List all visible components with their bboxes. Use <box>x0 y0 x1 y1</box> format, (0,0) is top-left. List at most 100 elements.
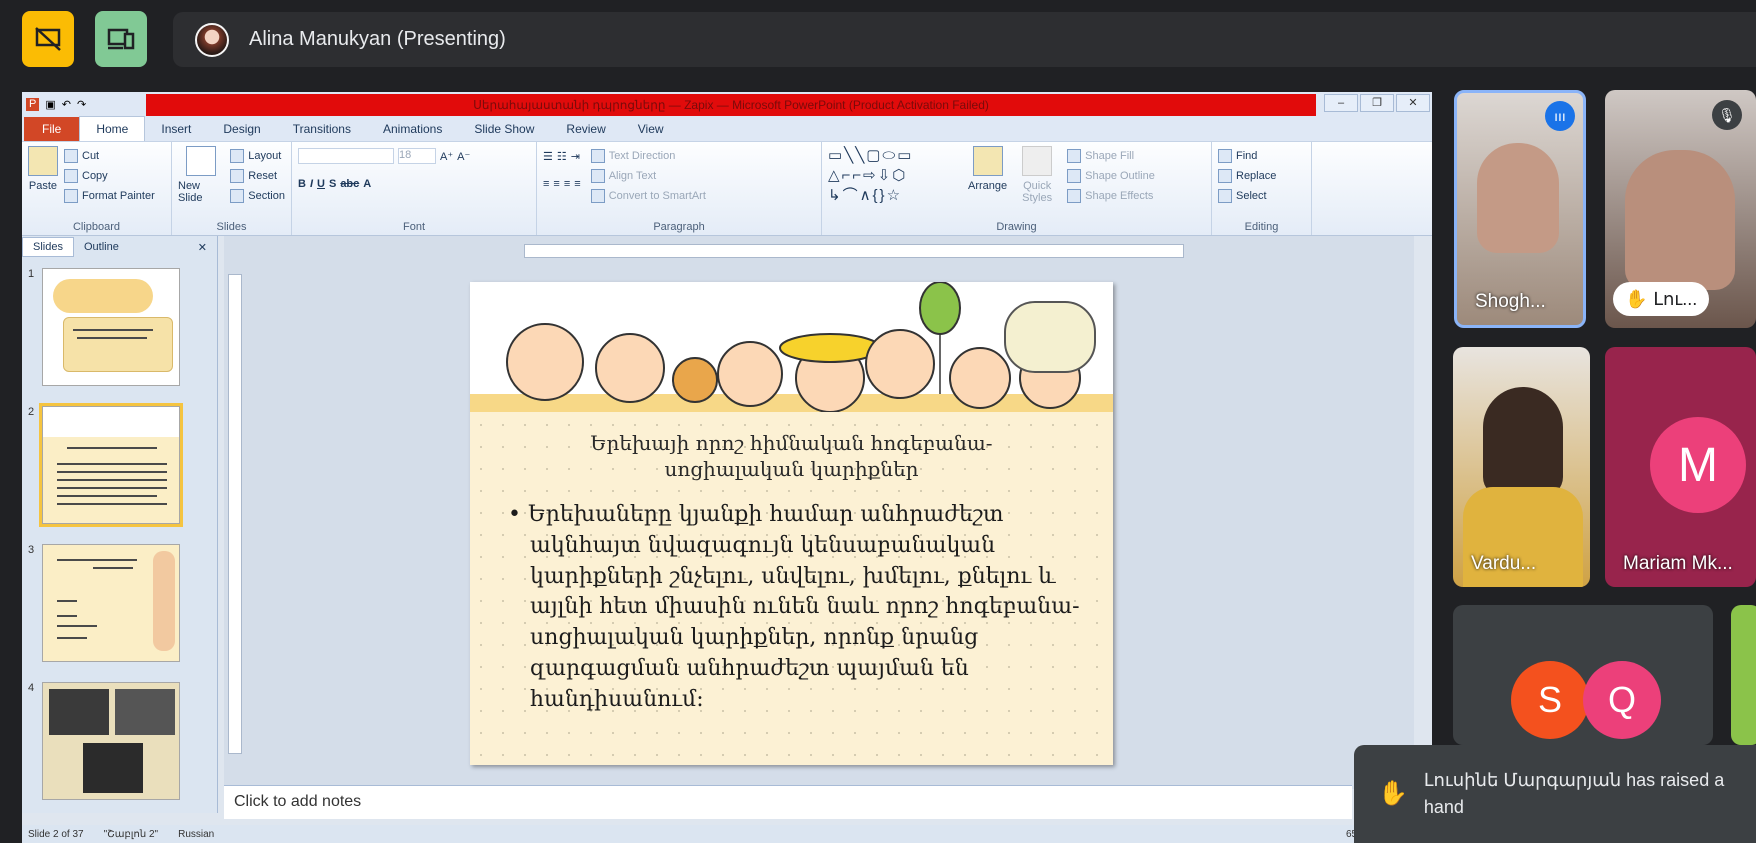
undo-icon[interactable]: ↶ <box>62 98 71 111</box>
tab-transitions[interactable]: Transitions <box>277 117 367 141</box>
shape-fill-button[interactable]: Shape Fill <box>1067 146 1155 166</box>
notes-field[interactable]: Click to add notes <box>224 785 1352 819</box>
find-button[interactable]: Find <box>1218 146 1305 166</box>
paragraph-group: ☰ ☷ ⇥ ≡ ≡ ≡ ≡ Text Direction Align Text Conve… <box>537 142 822 235</box>
tab-review[interactable]: Review <box>550 117 621 141</box>
save-icon[interactable]: ▣ <box>45 98 55 111</box>
thumbnail-number: 1 <box>28 268 35 280</box>
workspace: Slides Outline ✕ 1 2 3 4 Երեխայի որոշ հի… <box>22 236 1432 843</box>
strikethrough-button[interactable]: abc <box>340 178 359 190</box>
convert-smartart-button[interactable]: Convert to SmartArt <box>590 186 706 206</box>
language: Russian <box>178 828 215 840</box>
shapes-gallery[interactable]: ▭╲╲▢⬭▭ △⌐⌐⇨⇩⬡ ↳⌒∧{}☆ <box>828 146 958 231</box>
tab-slide-show[interactable]: Slide Show <box>458 117 550 141</box>
layout-button[interactable]: Layout <box>230 146 285 166</box>
new-slide-icon <box>186 146 217 176</box>
current-slide[interactable]: Երեխայի որոշ հիմնական հոգեբանա-սոցիալակա… <box>470 282 1113 765</box>
slide-counter: Slide 2 of 37 <box>28 828 84 840</box>
powerpoint-window: P ▣ ↶ ↷ Սերահայաստանի դպրոցները — Zapix … <box>22 92 1432 843</box>
tab-slides[interactable]: Slides <box>22 237 74 257</box>
stop-presenting-button[interactable] <box>22 11 74 67</box>
tab-view[interactable]: View <box>622 117 680 141</box>
align-text-button[interactable]: Align Text <box>590 166 706 186</box>
align-right-icon[interactable]: ≡ <box>564 178 570 190</box>
brush-icon <box>64 189 78 203</box>
tab-home[interactable]: Home <box>79 116 146 141</box>
tab-file[interactable]: File <box>24 117 80 141</box>
layout-icon <box>230 149 245 163</box>
new-slide-button[interactable]: New Slide <box>178 146 224 231</box>
slide-title: Երեխայի որոշ հիմնական հոգեբանա-սոցիալակա… <box>590 431 993 481</box>
grow-font-icon[interactable]: A⁺ <box>440 150 453 163</box>
text-direction-button[interactable]: Text Direction <box>590 146 706 166</box>
slide-thumbnail[interactable]: 4 <box>28 682 217 810</box>
font-size-box[interactable]: 18 <box>398 148 436 164</box>
select-button[interactable]: Select <box>1218 186 1305 206</box>
align-center-icon[interactable]: ≡ <box>553 178 559 190</box>
close-button[interactable]: ✕ <box>1396 94 1430 112</box>
format-painter-button[interactable]: Format Painter <box>64 186 155 206</box>
maximize-button[interactable]: ❐ <box>1360 94 1394 112</box>
participant-name: Vardu... <box>1471 553 1537 574</box>
tab-animations[interactable]: Animations <box>367 117 458 141</box>
reset-button[interactable]: Reset <box>230 166 285 186</box>
clipboard-group: Paste Cut Copy Format Painter Clipboard <box>22 142 172 235</box>
font-name-box[interactable] <box>298 148 394 164</box>
align-left-icon[interactable]: ≡ <box>543 178 549 190</box>
devices-icon <box>107 28 135 50</box>
cut-button[interactable]: Cut <box>64 146 155 166</box>
theme-name: "Շաբլոն 2" <box>103 828 159 840</box>
close-pane-icon[interactable]: ✕ <box>188 238 217 257</box>
participant-tile[interactable]: M Mariam Mk... <box>1605 347 1756 587</box>
thumbnail-number: 3 <box>28 544 35 556</box>
bullets-icon[interactable]: ☰ <box>543 150 553 163</box>
participant-tile[interactable]: Vardu... <box>1453 347 1590 587</box>
quick-styles-button[interactable]: Quick Styles <box>1017 146 1057 231</box>
section-button[interactable]: Section <box>230 186 285 206</box>
effects-icon <box>1067 189 1082 203</box>
tab-outline[interactable]: Outline <box>74 238 129 256</box>
indent-icon[interactable]: ⇥ <box>571 150 580 163</box>
quick-styles-icon <box>1022 146 1053 176</box>
ribbon: Paste Cut Copy Format Painter Clipboard … <box>22 142 1432 236</box>
fill-icon <box>1067 149 1082 163</box>
underline-button[interactable]: U <box>317 178 325 190</box>
bold-button[interactable]: B <box>298 178 306 190</box>
participant-tile[interactable]: 🎙 ✋ Լու... <box>1605 90 1756 328</box>
numbering-icon[interactable]: ☷ <box>557 150 567 163</box>
kids-illustration <box>470 282 1113 413</box>
avatar <box>195 22 229 57</box>
font-color-button[interactable]: A <box>363 178 371 190</box>
slide-thumbnail[interactable]: 2 <box>28 403 217 534</box>
shape-effects-button[interactable]: Shape Effects <box>1067 186 1155 206</box>
copy-icon <box>64 169 78 183</box>
tab-design[interactable]: Design <box>207 117 276 141</box>
slide-thumbnail[interactable]: 3 <box>28 544 217 672</box>
thumbnail-image <box>42 268 180 386</box>
shrink-font-icon[interactable]: A⁻ <box>457 150 470 163</box>
participant-tile[interactable]: ııı Shogh... <box>1454 90 1586 328</box>
shadow-button[interactable]: S <box>329 178 336 190</box>
drawing-group: ▭╲╲▢⬭▭ △⌐⌐⇨⇩⬡ ↳⌒∧{}☆ Arrange Quick Styles … <box>822 142 1212 235</box>
devices-button[interactable] <box>95 11 147 67</box>
paste-button[interactable]: Paste <box>28 146 58 231</box>
title-bar: P ▣ ↶ ↷ Սերահայաստանի դպրոցները — Zapix … <box>22 92 1432 116</box>
copy-button[interactable]: Copy <box>64 166 155 186</box>
arrange-icon <box>972 146 1003 176</box>
participant-tile-partial[interactable] <box>1731 605 1756 745</box>
smartart-icon <box>590 189 605 203</box>
participant-tile[interactable]: S Q <box>1453 605 1713 745</box>
tab-insert[interactable]: Insert <box>145 117 207 141</box>
redo-icon[interactable]: ↷ <box>77 98 86 111</box>
group-label: Slides <box>216 221 247 233</box>
justify-icon[interactable]: ≡ <box>574 178 580 190</box>
arrange-button[interactable]: Arrange <box>968 146 1007 231</box>
replace-button[interactable]: Replace <box>1218 166 1305 186</box>
ribbon-tabs: File Home Insert Design Transitions Anim… <box>22 116 1432 142</box>
italic-button[interactable]: I <box>310 178 313 190</box>
thumbnail-image <box>39 403 183 527</box>
horizontal-ruler <box>524 244 1184 258</box>
minimize-button[interactable]: – <box>1324 94 1358 112</box>
slide-thumbnail[interactable]: 1 <box>28 268 217 396</box>
shape-outline-button[interactable]: Shape Outline <box>1067 166 1155 186</box>
